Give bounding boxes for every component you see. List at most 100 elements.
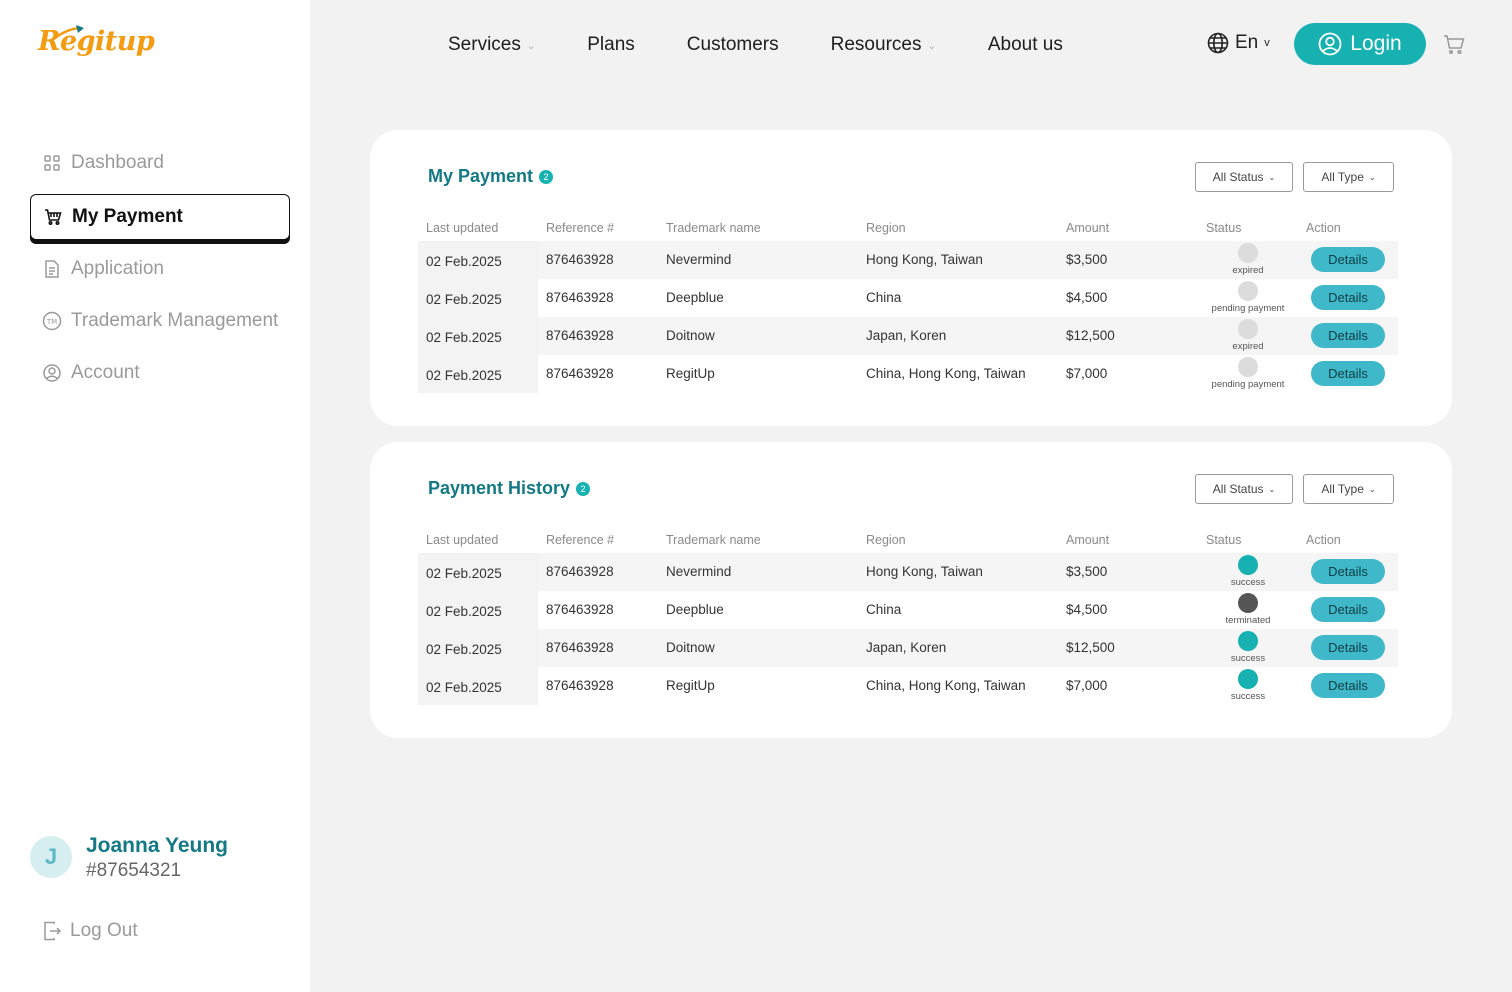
table-row: 02 Feb.2025 876463928 Deepblue China $4,500 p… <box>418 279 1398 317</box>
filter-label: All Status <box>1212 482 1264 496</box>
my-payment-card: My Payment 2 All Status ⌄ All Type ⌄ Last … <box>370 130 1452 426</box>
type-filter-dropdown[interactable]: All Type ⌄ <box>1303 162 1394 192</box>
reference-cell: 876463928 <box>546 366 614 381</box>
cart-icon[interactable] <box>1443 33 1465 60</box>
date-cell: 02 Feb.2025 <box>426 330 502 345</box>
details-button[interactable]: Details <box>1311 247 1385 272</box>
logout-button[interactable]: Log Out <box>42 920 138 942</box>
login-button[interactable]: Login <box>1294 23 1426 65</box>
table-row: 02 Feb.2025 876463928 Doitnow Japan, Koren $… <box>418 629 1398 667</box>
details-button[interactable]: Details <box>1311 635 1385 660</box>
user-circle-icon <box>42 363 62 383</box>
filter-label: All Type <box>1321 482 1364 496</box>
date-cell: 02 Feb.2025 <box>426 642 502 657</box>
chevron-down-icon: v <box>1264 37 1270 49</box>
date-cell: 02 Feb.2025 <box>426 680 502 695</box>
sidebar-item-trademark-management[interactable]: TM Trademark Management <box>30 298 290 344</box>
amount-cell: $12,500 <box>1066 640 1115 655</box>
chevron-down-icon: ⌄ <box>526 40 536 52</box>
trademark-name-cell: Doitnow <box>666 640 715 655</box>
filter-label: All Status <box>1212 170 1264 184</box>
details-button[interactable]: Details <box>1311 673 1385 698</box>
nav-link-about-us[interactable]: About us <box>988 34 1063 56</box>
card-title-text: Payment History <box>428 478 571 498</box>
nav-link-plans[interactable]: Plans <box>587 34 635 56</box>
sidebar-item-application[interactable]: Application <box>30 246 290 292</box>
nav-label: Services <box>448 34 521 55</box>
tm-icon: TM <box>42 311 62 331</box>
column-header: Status <box>1206 221 1242 235</box>
column-header: Status <box>1206 533 1242 547</box>
status-label: success <box>1230 653 1266 664</box>
status-dot <box>1238 631 1258 651</box>
count-badge: 2 <box>576 481 591 496</box>
language-label: En <box>1235 32 1259 53</box>
filter-label: All Type <box>1321 170 1364 184</box>
column-header: Region <box>866 221 906 235</box>
chevron-down-icon: ⌄ <box>1368 484 1376 494</box>
amount-cell: $4,500 <box>1066 290 1108 305</box>
trademark-name-cell: RegitUp <box>666 366 715 381</box>
sidebar-item-account[interactable]: Account <box>30 350 290 396</box>
type-filter-dropdown[interactable]: All Type ⌄ <box>1303 474 1394 504</box>
amount-cell: $7,000 <box>1066 678 1108 693</box>
login-label: Login <box>1350 32 1402 55</box>
status-dot <box>1238 281 1258 301</box>
payment-table-body: 02 Feb.2025 876463928 Nevermind Hong Kong, … <box>418 241 1398 393</box>
amount-cell: $3,500 <box>1066 564 1108 579</box>
sidebar-item-label: Trademark Management <box>71 310 279 331</box>
nav-link-services[interactable]: Services ⌄ <box>448 34 535 56</box>
chevron-down-icon: ⌄ <box>1368 172 1376 182</box>
date-cell: 02 Feb.2025 <box>426 368 502 383</box>
table-row: 02 Feb.2025 876463928 Doitnow Japan, Koren $… <box>418 317 1398 355</box>
regitup-logo[interactable]: Regitup <box>38 24 168 66</box>
amount-cell: $7,000 <box>1066 366 1108 381</box>
details-button[interactable]: Details <box>1311 597 1385 622</box>
card-title: My Payment 2 <box>428 166 554 187</box>
region-cell: Hong Kong, Taiwan <box>866 564 983 579</box>
column-header: Action <box>1306 533 1341 547</box>
details-button[interactable]: Details <box>1311 361 1385 386</box>
sidebar-item-my-payment[interactable]: My Payment <box>30 194 290 240</box>
nav-link-resources[interactable]: Resources ⌄ <box>831 34 936 56</box>
status-label: pending payment <box>1211 379 1285 390</box>
column-header: Region <box>866 533 906 547</box>
date-cell: 02 Feb.2025 <box>426 254 502 269</box>
sidebar-item-label: Account <box>71 362 140 383</box>
nav-link-customers[interactable]: Customers <box>687 34 779 56</box>
status-label: expired <box>1232 265 1264 276</box>
status-indicator: pending payment <box>1188 279 1308 317</box>
details-button[interactable]: Details <box>1311 285 1385 310</box>
language-selector[interactable]: En v <box>1207 32 1270 54</box>
reference-cell: 876463928 <box>546 640 614 655</box>
amount-cell: $4,500 <box>1066 602 1108 617</box>
column-header: Trademark name <box>666 533 761 547</box>
card-title: Payment History 2 <box>428 478 591 499</box>
table-row: 02 Feb.2025 876463928 RegitUp China, Hong K… <box>418 667 1398 705</box>
amount-cell: $12,500 <box>1066 328 1115 343</box>
status-filter-dropdown[interactable]: All Status ⌄ <box>1195 162 1293 192</box>
grid-icon <box>42 153 62 173</box>
status-dot <box>1238 555 1258 575</box>
status-label: expired <box>1232 341 1264 352</box>
region-cell: China, Hong Kong, Taiwan <box>866 366 1026 381</box>
nav-label: Plans <box>587 34 635 55</box>
user-profile[interactable]: J Joanna Yeung #87654321 <box>30 834 228 882</box>
trademark-name-cell: Nevermind <box>666 252 732 267</box>
chevron-down-icon: ⌄ <box>927 40 936 52</box>
status-dot <box>1238 243 1258 263</box>
trademark-name-cell: RegitUp <box>666 678 715 693</box>
region-cell: China, Hong Kong, Taiwan <box>866 678 1026 693</box>
reference-cell: 876463928 <box>546 564 614 579</box>
logo-arrow-icon <box>49 25 84 43</box>
reference-cell: 876463928 <box>546 290 614 305</box>
table-row: 02 Feb.2025 876463928 RegitUp China, Hong K… <box>418 355 1398 393</box>
status-filter-dropdown[interactable]: All Status ⌄ <box>1195 474 1293 504</box>
region-cell: Japan, Koren <box>866 640 947 655</box>
sidebar-item-dashboard[interactable]: Dashboard <box>30 140 290 186</box>
details-button[interactable]: Details <box>1311 323 1385 348</box>
details-button[interactable]: Details <box>1311 559 1385 584</box>
status-dot <box>1238 593 1258 613</box>
column-header: Last updated <box>426 221 499 235</box>
trademark-name-cell: Doitnow <box>666 328 715 343</box>
